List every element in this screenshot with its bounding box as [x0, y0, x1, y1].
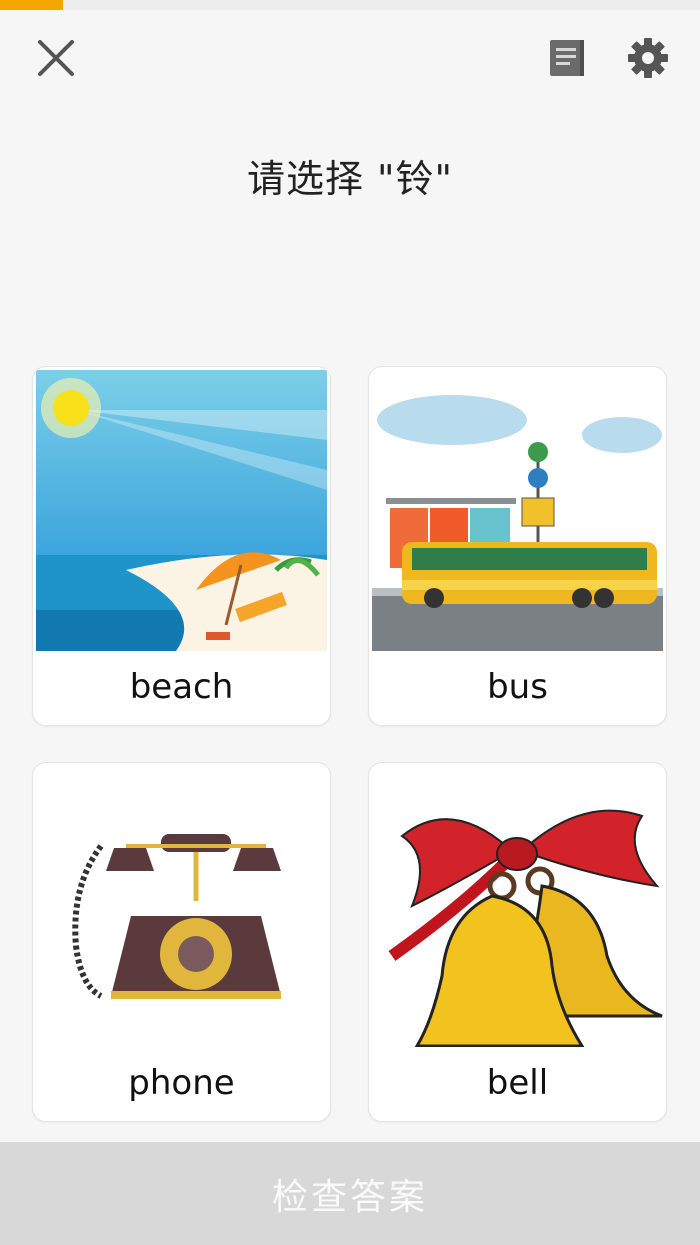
close-icon	[38, 40, 74, 76]
check-answer-button[interactable]: 检查答案	[0, 1142, 700, 1245]
option-card-phone[interactable]: phone	[32, 762, 331, 1122]
bus-stop-image	[372, 370, 663, 651]
notes-icon	[550, 40, 584, 76]
settings-button[interactable]	[624, 34, 672, 82]
option-card-bus[interactable]: bus	[368, 366, 667, 726]
progress-bar	[0, 0, 700, 10]
option-label: bus	[487, 667, 548, 707]
christmas-bells-image	[372, 766, 663, 1047]
option-label: bell	[486, 1063, 549, 1103]
question-prompt: 请选择 "铃"	[246, 157, 454, 201]
option-card-bell[interactable]: bell	[368, 762, 667, 1122]
beach-umbrella-image	[36, 370, 327, 651]
close-button[interactable]	[30, 32, 82, 84]
progress-bar-fill	[0, 0, 63, 10]
gear-icon	[628, 38, 668, 78]
option-label: phone	[128, 1063, 235, 1103]
option-label: beach	[129, 667, 234, 707]
notes-button[interactable]	[542, 34, 592, 80]
option-card-beach[interactable]: beach	[32, 366, 331, 726]
rotary-phone-image	[36, 766, 327, 1047]
